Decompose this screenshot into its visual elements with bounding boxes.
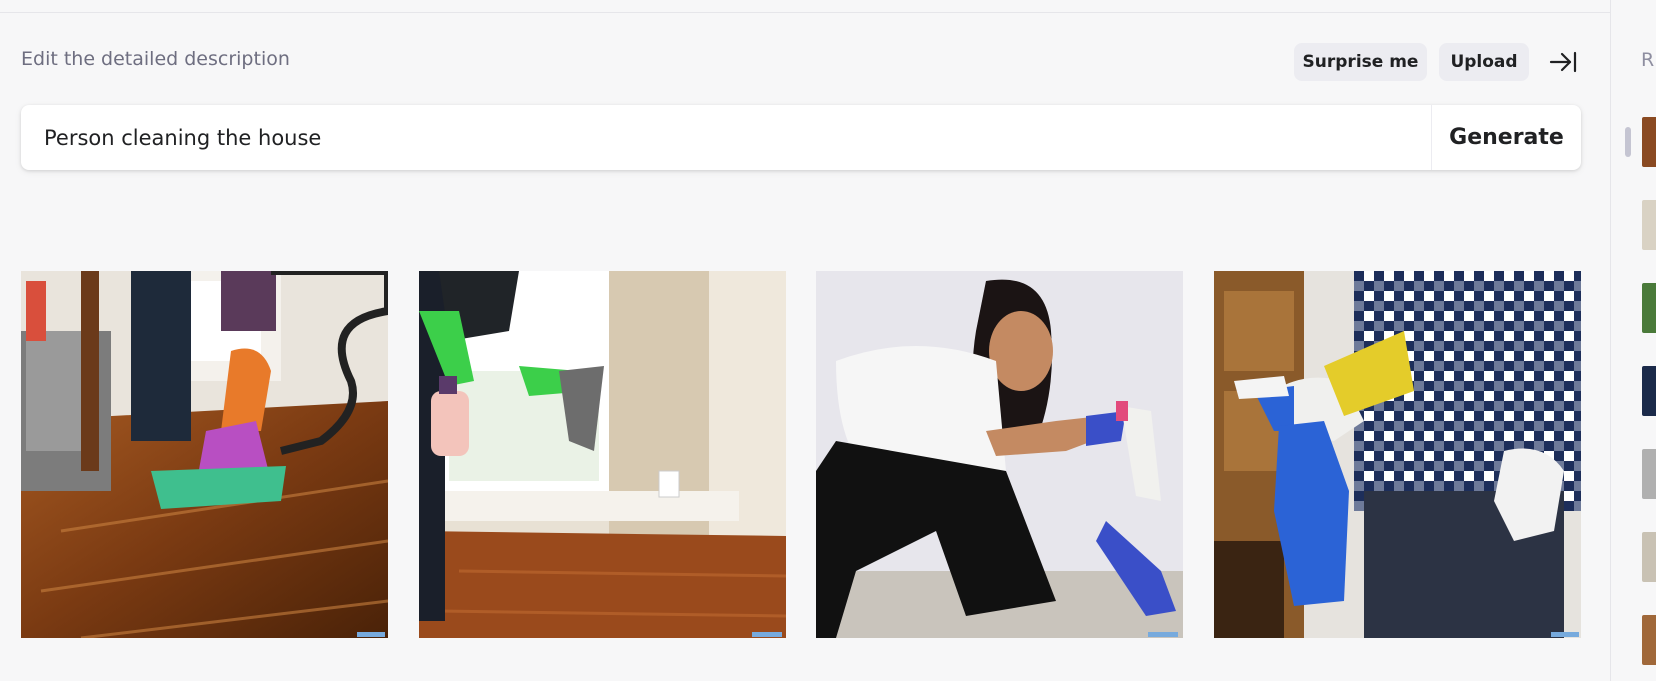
arrow-to-right-bar-icon [1549, 51, 1577, 73]
generate-button[interactable]: Generate [1432, 105, 1581, 170]
sidebar-scrollbar[interactable] [1625, 127, 1631, 157]
history-thumbnail[interactable] [1642, 200, 1656, 250]
history-thumbnail[interactable] [1642, 615, 1656, 665]
prompt-input[interactable] [42, 105, 1426, 172]
top-divider [0, 12, 1610, 13]
history-thumbnail[interactable] [1642, 532, 1656, 582]
sidebar-heading: R [1641, 49, 1655, 71]
main-panel: Edit the detailed description Surprise m… [0, 0, 1610, 681]
upload-button[interactable]: Upload [1439, 43, 1529, 81]
history-thumbnail[interactable] [1642, 117, 1656, 167]
history-sidebar: R [1610, 0, 1656, 681]
hint-text: Edit the detailed description [21, 48, 290, 70]
surprise-me-button[interactable]: Surprise me [1294, 43, 1427, 81]
collapse-sidebar-button[interactable] [1546, 47, 1580, 77]
result-image-2[interactable] [419, 271, 786, 638]
result-image-4[interactable] [1214, 271, 1581, 638]
history-thumbnail[interactable] [1642, 283, 1656, 333]
history-thumbnail[interactable] [1642, 449, 1656, 499]
prompt-bar: Generate [21, 105, 1581, 172]
result-image-1[interactable] [21, 271, 388, 638]
history-thumbnail[interactable] [1642, 366, 1656, 416]
result-image-3[interactable] [816, 271, 1183, 638]
